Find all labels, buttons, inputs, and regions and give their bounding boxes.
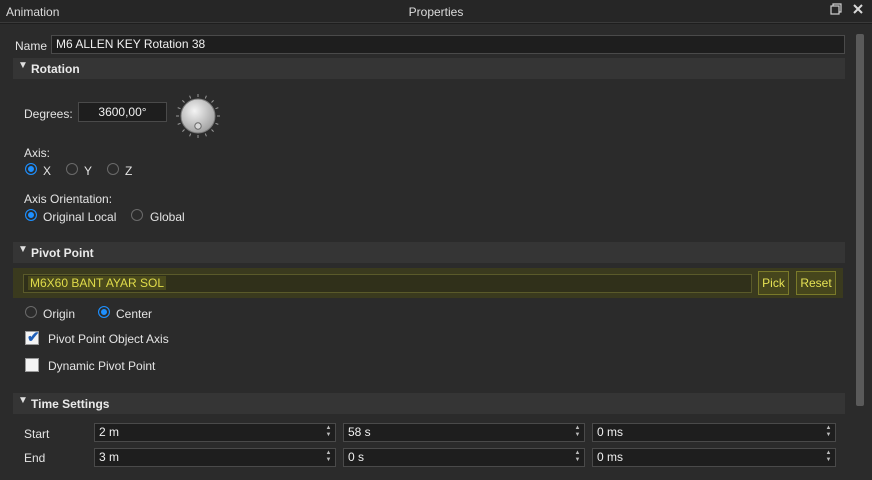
reset-button[interactable]: Reset bbox=[796, 271, 836, 295]
axis-z-radio[interactable] bbox=[107, 163, 119, 175]
rotation-dial-knob[interactable] bbox=[175, 93, 221, 139]
degrees-label: Degrees: bbox=[24, 107, 73, 121]
start-seconds-value: 58 s bbox=[348, 425, 371, 439]
pivot-object-axis-checkbox[interactable]: ✔ bbox=[25, 329, 40, 346]
end-milliseconds-value: 0 ms bbox=[597, 450, 624, 464]
axis-z-label[interactable]: Z bbox=[125, 164, 132, 178]
end-minutes-spinbox[interactable]: 3 m ▲ ▼ bbox=[94, 448, 336, 467]
name-label: Name bbox=[15, 39, 48, 53]
axis-x-label[interactable]: X bbox=[43, 164, 51, 178]
section-rotation[interactable]: ▼ Rotation bbox=[13, 58, 845, 79]
degrees-input[interactable]: 3600,00° bbox=[78, 102, 167, 122]
dynamic-pivot-label[interactable]: Dynamic Pivot Point bbox=[48, 359, 155, 373]
section-pivot-point[interactable]: ▼ Pivot Point bbox=[13, 242, 845, 263]
end-label: End bbox=[24, 451, 46, 465]
axis-label: Axis: bbox=[24, 146, 51, 160]
axis-y-radio[interactable] bbox=[66, 163, 78, 175]
pick-button[interactable]: Pick bbox=[758, 271, 789, 295]
axis-orientation-label: Axis Orientation: bbox=[24, 192, 113, 206]
end-minutes-value: 3 m bbox=[99, 450, 120, 464]
checkmark-icon: ✔ bbox=[27, 329, 40, 346]
section-time-settings[interactable]: ▼ Time Settings bbox=[13, 393, 845, 414]
start-label: Start bbox=[24, 427, 50, 441]
start-minutes-value: 2 m bbox=[99, 425, 120, 439]
pivot-object-name: M6X60 BANT AYAR SOL bbox=[28, 276, 167, 290]
end-seconds-spinbox[interactable]: 0 s ▲ ▼ bbox=[343, 448, 585, 467]
spinner-arrows-icon[interactable]: ▲ ▼ bbox=[574, 425, 581, 439]
spinner-arrows-icon[interactable]: ▲ ▼ bbox=[825, 450, 832, 464]
close-icon[interactable] bbox=[850, 3, 866, 19]
section-title-rotation: Rotation bbox=[31, 62, 80, 76]
start-milliseconds-value: 0 ms bbox=[597, 425, 624, 439]
orientation-global-radio[interactable] bbox=[131, 209, 143, 221]
pivot-center-label[interactable]: Center bbox=[116, 307, 152, 321]
orientation-original-local-radio[interactable] bbox=[25, 209, 37, 221]
orientation-original-local-label[interactable]: Original Local bbox=[43, 210, 116, 224]
restore-window-icon[interactable] bbox=[828, 3, 844, 19]
pivot-object-axis-label[interactable]: Pivot Point Object Axis bbox=[48, 332, 169, 346]
title-bar: Animation Properties bbox=[0, 0, 872, 23]
start-seconds-spinbox[interactable]: 58 s ▲ ▼ bbox=[343, 423, 585, 442]
chevron-down-icon: ▼ bbox=[18, 244, 28, 255]
section-title-time-settings: Time Settings bbox=[31, 397, 110, 411]
start-minutes-spinbox[interactable]: 2 m ▲ ▼ bbox=[94, 423, 336, 442]
chevron-down-icon: ▼ bbox=[18, 60, 28, 71]
panel-title-properties: Properties bbox=[408, 5, 464, 19]
spinner-arrows-icon[interactable]: ▲ ▼ bbox=[574, 450, 581, 464]
end-milliseconds-spinbox[interactable]: 0 ms ▲ ▼ bbox=[592, 448, 836, 467]
axis-y-label[interactable]: Y bbox=[84, 164, 92, 178]
end-seconds-value: 0 s bbox=[348, 450, 365, 464]
name-input[interactable]: M6 ALLEN KEY Rotation 38 bbox=[51, 35, 845, 54]
start-milliseconds-spinbox[interactable]: 0 ms ▲ ▼ bbox=[592, 423, 836, 442]
dynamic-pivot-checkbox[interactable] bbox=[25, 358, 39, 372]
pivot-object-field[interactable]: M6X60 BANT AYAR SOL bbox=[23, 274, 752, 293]
orientation-global-label[interactable]: Global bbox=[150, 210, 185, 224]
scrollbar-thumb[interactable] bbox=[856, 34, 864, 406]
pivot-origin-label[interactable]: Origin bbox=[43, 307, 75, 321]
pivot-center-radio[interactable] bbox=[98, 306, 110, 318]
section-title-pivot-point: Pivot Point bbox=[31, 246, 94, 260]
chevron-down-icon: ▼ bbox=[18, 395, 28, 406]
spinner-arrows-icon[interactable]: ▲ ▼ bbox=[325, 425, 332, 439]
spinner-arrows-icon[interactable]: ▲ ▼ bbox=[825, 425, 832, 439]
spinner-arrows-icon[interactable]: ▲ ▼ bbox=[325, 450, 332, 464]
pivot-origin-radio[interactable] bbox=[25, 306, 37, 318]
axis-x-radio[interactable] bbox=[25, 163, 37, 175]
